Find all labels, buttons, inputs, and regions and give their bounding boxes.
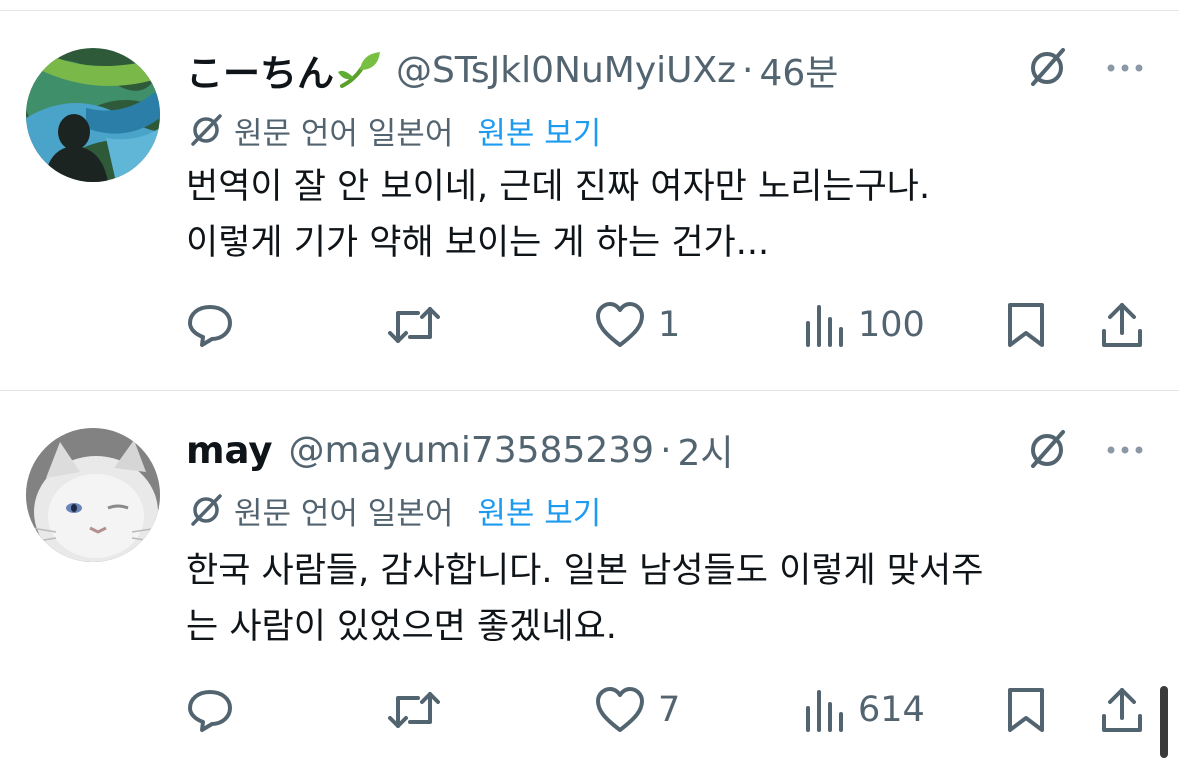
tweet-text: 번역이 잘 안 보이네, 근데 진짜 여자만 노리는구나. 이렇게 기가 약해 … (186, 159, 1146, 271)
grok-icon[interactable] (1023, 44, 1071, 92)
seedling-icon (338, 52, 380, 88)
views-bar-chart-icon (806, 305, 843, 347)
translate-icon (191, 114, 222, 146)
timestamp[interactable]: 46분 (759, 44, 838, 96)
bookmark-icon (1008, 303, 1044, 347)
views-count: 100 (858, 305, 925, 345)
reply-button[interactable] (186, 682, 246, 738)
grok-icon[interactable] (1023, 426, 1071, 474)
tweet[interactable]: may @mayumi73585239 · 2시 원문 언어 일본어 원본 보기… (0, 420, 1179, 762)
retweet-button[interactable] (386, 297, 454, 353)
user-handle[interactable]: @mayumi73585239 (289, 430, 655, 471)
tweet-divider (0, 390, 1179, 391)
view-original-link[interactable]: 원본 보기 (477, 488, 601, 533)
retweet-icon (388, 307, 440, 343)
bookmark-icon (1008, 688, 1044, 732)
views-count: 614 (858, 690, 925, 730)
tweet[interactable]: こーちん @STsJkl0NuMyiUXz · 46분 원문 언어 일본어 원본… (0, 40, 1179, 390)
like-button[interactable]: 1 (594, 297, 680, 353)
display-name[interactable]: こーちん (186, 43, 334, 97)
bookmark-button[interactable] (1004, 297, 1048, 353)
like-count: 1 (658, 305, 681, 345)
share-button[interactable] (1098, 682, 1146, 738)
heart-icon (596, 687, 644, 732)
original-language-label: 원문 언어 일본어 (234, 115, 454, 152)
view-original-link[interactable]: 원본 보기 (477, 108, 601, 153)
like-button[interactable]: 7 (594, 682, 680, 738)
tweet-text-line: 번역이 잘 안 보이네, 근데 진짜 여자만 노리는구나. (186, 167, 931, 207)
share-button[interactable] (1098, 297, 1146, 353)
scrollbar[interactable] (1160, 686, 1168, 758)
tweet-text: 한국 사람들, 감사합니다. 일본 남성들도 이렇게 맞서주 는 사람이 있었으… (186, 543, 1146, 655)
translation-notice: 원문 언어 일본어 원본 보기 (186, 488, 601, 532)
retweet-icon (388, 692, 440, 728)
avatar[interactable] (26, 48, 160, 182)
user-handle[interactable]: @STsJkl0NuMyiUXz (396, 50, 736, 91)
avatar[interactable] (26, 428, 160, 562)
tweet-text-line: 한국 사람들, 감사합니다. 일본 남성들도 이렇게 맞서주 (186, 551, 984, 591)
more-options-icon[interactable] (1103, 46, 1147, 90)
like-count: 7 (658, 690, 681, 730)
more-options-icon[interactable] (1103, 428, 1147, 472)
top-divider (0, 10, 1179, 11)
display-name[interactable]: may (186, 429, 273, 472)
translation-notice: 원문 언어 일본어 원본 보기 (186, 108, 601, 152)
bookmark-button[interactable] (1004, 682, 1048, 738)
views-button[interactable]: 614 (802, 682, 925, 738)
translate-icon (191, 494, 222, 526)
tweet-header: may @mayumi73585239 · 2시 (186, 420, 734, 480)
share-icon (1102, 688, 1142, 732)
tweet-text-line: 이렇게 기가 약해 보이는 게 하는 건가... (186, 223, 770, 263)
tweet-header: こーちん @STsJkl0NuMyiUXz · 46분 (186, 40, 838, 100)
views-bar-chart-icon (806, 690, 843, 732)
heart-icon (596, 302, 644, 347)
white-cat-avatar (26, 428, 160, 562)
timestamp[interactable]: 2시 (678, 424, 734, 476)
views-button[interactable]: 100 (802, 297, 925, 353)
reply-button[interactable] (186, 297, 246, 353)
reply-icon (188, 305, 232, 347)
separator-dot: · (660, 429, 672, 471)
tweet-text-line: 는 사람이 있었으면 좋겠네요. (186, 607, 617, 647)
original-language-label: 원문 언어 일본어 (234, 495, 454, 532)
share-icon (1102, 303, 1142, 347)
aurora-silhouette-avatar (26, 48, 160, 182)
retweet-button[interactable] (386, 682, 454, 738)
separator-dot: · (742, 49, 754, 91)
reply-icon (188, 690, 232, 732)
